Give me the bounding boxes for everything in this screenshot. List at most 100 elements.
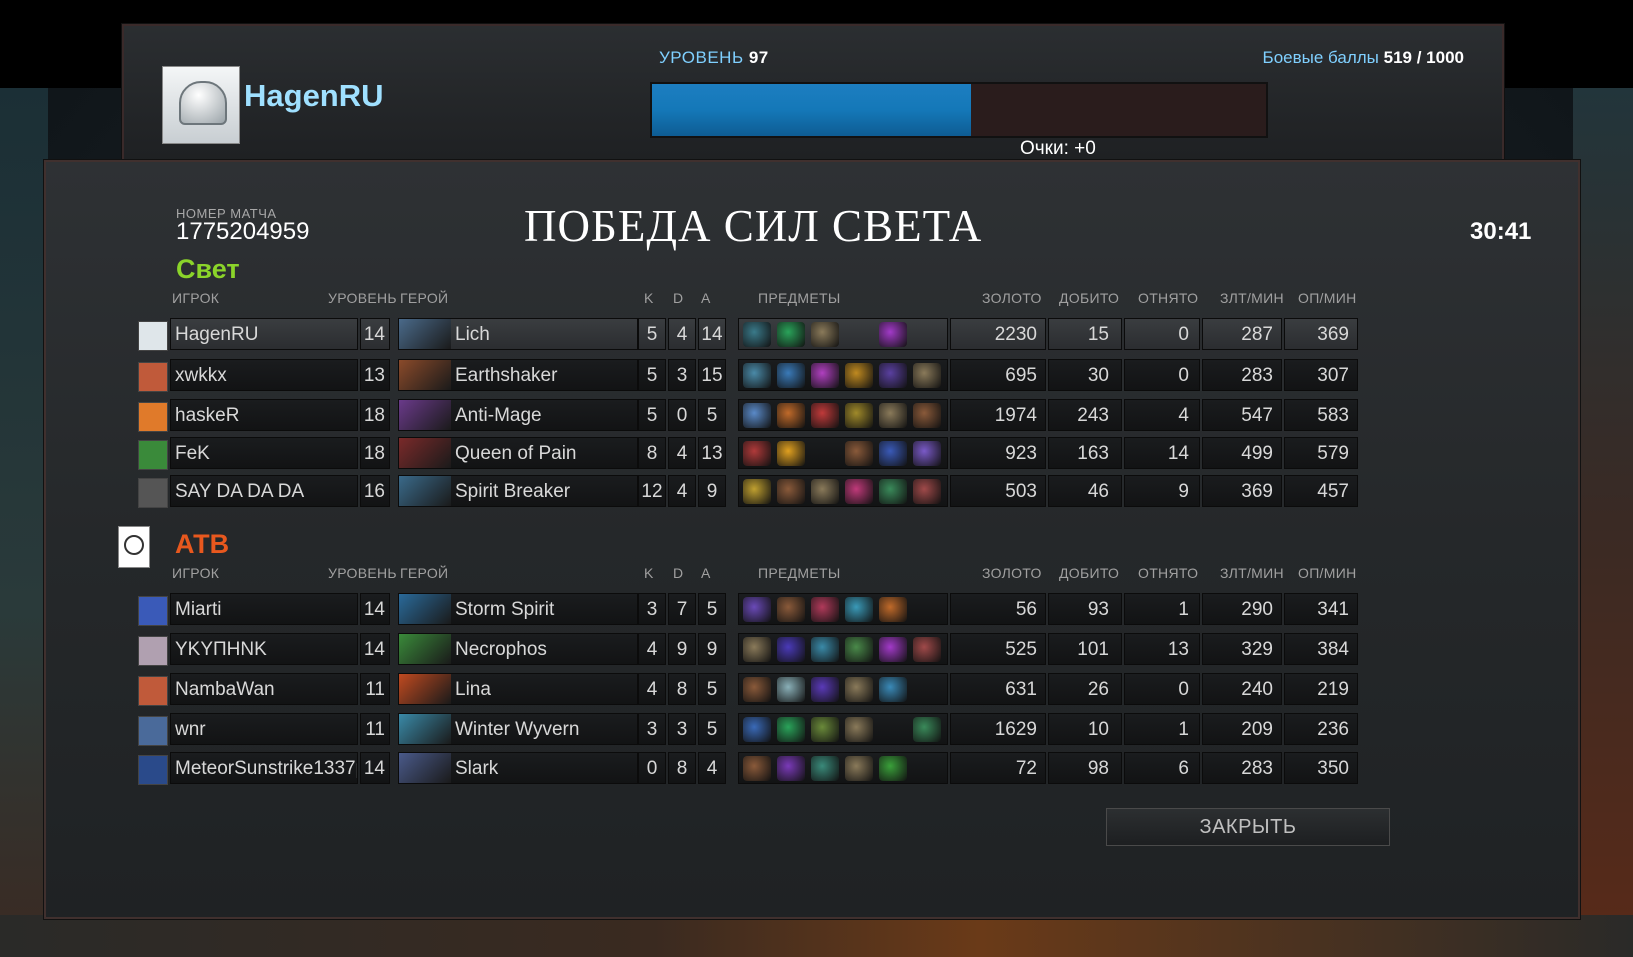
item-icon[interactable] [879,756,907,781]
player-name[interactable]: HagenRU [170,318,358,350]
item-icon[interactable] [845,441,873,466]
item-icon[interactable] [811,403,839,428]
item-icon[interactable] [913,479,941,504]
item-icon[interactable] [743,363,771,388]
profile-name[interactable]: HagenRU [244,78,384,114]
player-avatar[interactable] [138,636,168,666]
player-name[interactable]: NambaWan [170,673,358,705]
player-avatar[interactable] [138,716,168,746]
item-icon[interactable] [777,479,805,504]
item-icon[interactable] [913,637,941,662]
player-name[interactable]: MeteorSunstrike1337p [170,752,358,784]
item-icon[interactable] [845,597,873,622]
item-icon[interactable] [743,403,771,428]
item-icon[interactable] [743,756,771,781]
player-name[interactable]: YKYПНNK [170,633,358,665]
hero-cell[interactable]: Anti-Mage [398,399,638,431]
item-icon[interactable] [777,717,805,742]
item-icon[interactable] [811,756,839,781]
player-avatar[interactable] [138,478,168,508]
item-icon[interactable] [845,363,873,388]
item-icon[interactable] [913,403,941,428]
player-avatar[interactable] [138,676,168,706]
profile-avatar[interactable] [162,66,240,144]
player-avatar[interactable] [138,440,168,470]
item-icon[interactable] [845,403,873,428]
item-icon[interactable] [845,479,873,504]
item-icon[interactable] [845,677,873,702]
hero-cell[interactable]: Earthshaker [398,359,638,391]
player-avatar[interactable] [138,362,168,392]
hero-cell[interactable]: Queen of Pain [398,437,638,469]
item-icon[interactable] [879,479,907,504]
item-icon[interactable] [777,363,805,388]
item-icon[interactable] [743,441,771,466]
item-icon[interactable] [811,717,839,742]
player-row[interactable]: FeK 18 Queen of Pain 8 4 13 923 163 14 499 579 [138,437,1468,471]
hero-cell[interactable]: Necrophos [398,633,638,665]
item-icon[interactable] [777,756,805,781]
item-icon[interactable] [777,441,805,466]
hero-cell[interactable]: Storm Spirit [398,593,638,625]
hero-cell[interactable]: Winter Wyvern [398,713,638,745]
item-icon[interactable] [879,677,907,702]
item-icon[interactable] [879,441,907,466]
player-name[interactable]: FeK [170,437,358,469]
player-row[interactable]: YKYПНNK 14 Necrophos 4 9 9 525 101 13 329 384 [138,633,1468,667]
player-row[interactable]: Miarti 14 Storm Spirit 3 7 5 56 93 1 290 341 [138,593,1468,627]
close-button[interactable]: ЗАКРЫТЬ [1106,808,1390,846]
item-icon[interactable] [811,597,839,622]
item-icon[interactable] [743,479,771,504]
item-icon[interactable] [879,403,907,428]
player-avatar[interactable] [138,596,168,626]
player-name[interactable]: SAY DA DA DA [170,475,358,507]
item-icon[interactable] [811,363,839,388]
item-icon[interactable] [743,677,771,702]
item-icon[interactable] [811,637,839,662]
item-icon[interactable] [777,637,805,662]
player-avatar[interactable] [138,755,168,785]
player-row[interactable]: xwkkx 13 Earthshaker 5 3 15 695 30 0 283 307 [138,359,1468,393]
item-icon[interactable] [743,597,771,622]
player-row[interactable]: HagenRU 14 Lich 5 4 14 2230 15 0 287 369 [138,318,1468,352]
item-icon[interactable] [845,637,873,662]
item-icon[interactable] [879,597,907,622]
item-icon[interactable] [913,441,941,466]
item-icon[interactable] [811,479,839,504]
item-icon[interactable] [811,322,839,347]
player-row[interactable]: NambaWan 11 Lina 4 8 5 631 26 0 240 219 [138,673,1468,707]
player-row[interactable]: MeteorSunstrike1337p 14 Slark 0 8 4 72 98 6 283 35… [138,752,1468,786]
hero-cell[interactable]: Lich [398,318,638,350]
item-icon[interactable] [743,637,771,662]
player-level: 14 [360,318,390,350]
item-icon[interactable] [879,322,907,347]
last-hits: 30 [1048,359,1122,391]
item-icon[interactable] [777,597,805,622]
item-icon[interactable] [777,677,805,702]
hero-cell[interactable]: Lina [398,673,638,705]
item-icon[interactable] [913,717,941,742]
player-row[interactable]: wnr 11 Winter Wyvern 3 3 5 1629 10 1 209 236 [138,713,1468,747]
player-avatar[interactable] [138,402,168,432]
hero-cell[interactable]: Spirit Breaker [398,475,638,507]
item-icon[interactable] [811,677,839,702]
item-icon[interactable] [845,756,873,781]
item-icon[interactable] [777,403,805,428]
hero-cell[interactable]: Slark [398,752,638,784]
player-name[interactable]: haskeR [170,399,358,431]
item-icon[interactable] [879,363,907,388]
player-row[interactable]: SAY DA DA DA 16 Spirit Breaker 12 4 9 503 46 9 36… [138,475,1468,509]
player-row[interactable]: haskeR 18 Anti-Mage 5 0 5 1974 243 4 547 583 [138,399,1468,433]
item-icon[interactable] [743,322,771,347]
item-icon[interactable] [743,717,771,742]
player-name[interactable]: wnr [170,713,358,745]
item-icon[interactable] [777,322,805,347]
item-icon[interactable] [845,717,873,742]
item-icon[interactable] [879,637,907,662]
item-icon[interactable] [913,363,941,388]
player-avatar[interactable] [138,321,168,351]
player-name[interactable]: xwkkx [170,359,358,391]
match-result-title: ПОБЕДА СИЛ СВЕТА [524,201,983,251]
player-name[interactable]: Miarti [170,593,358,625]
assists: 5 [698,593,726,625]
